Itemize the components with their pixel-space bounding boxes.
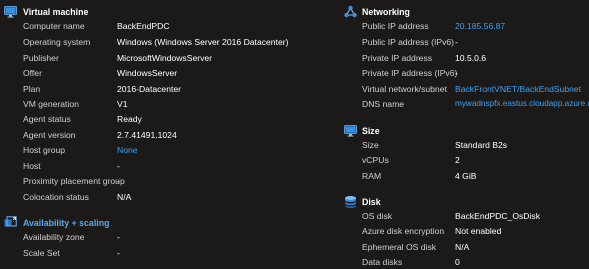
availability-section: Availability + scaling xyxy=(0,214,340,230)
property-label: Proximity placement group xyxy=(23,175,125,186)
vnet-subnet-link[interactable]: BackFrontVNET/BackEndSubnet xyxy=(455,84,581,94)
public-ip-link[interactable]: 20.185.56.87 xyxy=(455,21,505,31)
disk-section: Disk xyxy=(340,193,589,209)
size-section-title: Size xyxy=(362,126,380,136)
property-value: N/A xyxy=(455,241,470,252)
disk-stack-icon xyxy=(344,195,357,208)
property-label: Host group xyxy=(23,144,66,155)
networking-section: Networking xyxy=(340,3,589,19)
property-value: Not enabled xyxy=(455,225,502,236)
property-value: - xyxy=(117,175,120,186)
property-label: Private IP address xyxy=(362,52,433,63)
property-value: 2 xyxy=(455,154,460,165)
property-value: - xyxy=(117,247,120,258)
size-section: Size xyxy=(340,122,589,138)
property-value: Standard B2s xyxy=(455,139,508,150)
availability-section-header: Availability + scaling xyxy=(0,214,340,230)
property-label: Virtual network/subnet xyxy=(362,83,447,94)
property-label: Agent status xyxy=(23,113,71,124)
property-value: 2016-Datacenter xyxy=(117,83,182,94)
networking-section-title: Networking xyxy=(362,7,410,17)
property-label: Ephemeral OS disk xyxy=(362,241,437,252)
vm-section: Virtual machine xyxy=(0,3,340,19)
monitor-icon xyxy=(344,124,357,137)
property-value: - xyxy=(455,67,458,78)
property-label: RAM xyxy=(362,170,382,181)
monitor-icon xyxy=(4,5,17,18)
property-label: Azure disk encryption xyxy=(362,225,445,236)
property-value: 4 GiB xyxy=(455,170,477,181)
property-label: Plan xyxy=(23,83,41,94)
disk-section-header: Disk xyxy=(340,193,589,209)
property-label: vCPUs xyxy=(362,154,389,165)
property-value: - xyxy=(455,36,458,47)
property-value: BackEndPDC xyxy=(117,20,170,31)
property-label: Operating system xyxy=(23,36,91,47)
property-label: VM generation xyxy=(23,98,79,109)
property-label: Data disks xyxy=(362,256,403,267)
property-label: Offer xyxy=(23,67,42,78)
property-label: Size xyxy=(362,139,379,150)
networking-section-header: Networking xyxy=(340,3,589,19)
property-value: 2.7.41491.1024 xyxy=(117,129,177,140)
property-label: Agent version xyxy=(23,129,76,140)
property-value: V1 xyxy=(117,98,128,109)
property-value: - xyxy=(117,231,120,242)
network-icon xyxy=(344,5,357,18)
vm-section-header: Virtual machine xyxy=(0,3,340,19)
size-section-header: Size xyxy=(340,122,589,138)
availability-section-title: Availability + scaling xyxy=(23,218,110,228)
property-value: Windows (Windows Server 2016 Datacenter) xyxy=(117,36,289,47)
property-label: Publisher xyxy=(23,52,59,63)
property-value: Ready xyxy=(117,113,142,124)
property-value: BackEndPDC_OsDisk xyxy=(455,210,541,221)
property-label: OS disk xyxy=(362,210,393,221)
property-value: MicrosoftWindowsServer xyxy=(117,52,213,63)
property-label: Host xyxy=(23,160,41,171)
property-value: 10.5.0.6 xyxy=(455,52,487,63)
property-label: Computer name xyxy=(23,20,85,31)
vm-section-title: Virtual machine xyxy=(23,7,89,17)
property-label: Public IP address xyxy=(362,20,429,31)
disk-section-title: Disk xyxy=(362,197,381,207)
property-label: DNS name xyxy=(362,98,405,109)
property-label: Availability zone xyxy=(23,231,85,242)
property-label: Private IP address (IPv6) xyxy=(362,67,458,78)
host-group-link[interactable]: None xyxy=(117,145,138,155)
property-value: - xyxy=(117,160,120,171)
property-label: Colocation status xyxy=(23,191,89,202)
dns-name-link[interactable]: mywadnspfx.eastus.cloudapp.azure.com xyxy=(455,99,589,108)
property-label: Scale Set xyxy=(23,247,60,258)
scale-icon xyxy=(4,216,17,229)
property-value: WindowsServer xyxy=(117,67,178,78)
property-label: Public IP address (IPv6) xyxy=(362,36,455,47)
property-value: N/A xyxy=(117,191,132,202)
property-value: 0 xyxy=(455,256,460,267)
